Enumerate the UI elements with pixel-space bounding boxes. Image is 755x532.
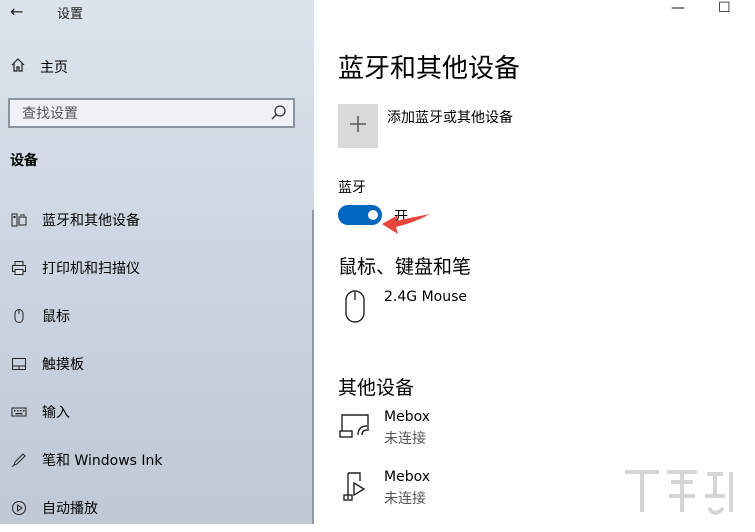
sidebar: ← 设置 主页 设备 蓝牙和其他设备 打印机和扫描仪 — [0, 0, 314, 524]
sidebar-nav-list: 蓝牙和其他设备 打印机和扫描仪 鼠标 触摸板 输入 笔和 Windows Ink… — [0, 196, 312, 532]
section-header-devices: 设备 — [10, 153, 38, 169]
annotation-arrow — [382, 214, 430, 234]
sidebar-item-typing[interactable]: 输入 — [0, 388, 312, 436]
sidebar-item-mouse[interactable]: 鼠标 — [0, 292, 312, 340]
section-other-devices: 其他设备 — [338, 377, 415, 399]
device-name: Mebox — [384, 409, 430, 425]
device-item-mouse[interactable]: 2.4G Mouse — [338, 289, 467, 329]
sidebar-home-label: 主页 — [40, 60, 68, 76]
search-icon[interactable] — [269, 103, 289, 123]
sidebar-item-label: 蓝牙和其他设备 — [42, 213, 140, 229]
device-item-mebox-2[interactable]: Mebox 未连接 — [338, 469, 430, 509]
add-device-button[interactable] — [338, 104, 378, 148]
plus-icon — [348, 111, 368, 141]
back-button[interactable]: ← — [10, 2, 23, 21]
device-item-mebox-1[interactable]: Mebox 未连接 — [338, 409, 430, 449]
mouse-device-icon — [338, 289, 372, 329]
toggle-knob — [368, 210, 378, 220]
watermark-logo — [625, 470, 733, 515]
device-name: 2.4G Mouse — [384, 289, 467, 305]
maximize-button[interactable]: ☐ — [718, 0, 731, 16]
device-status: 未连接 — [384, 491, 426, 507]
sidebar-item-bluetooth[interactable]: 蓝牙和其他设备 — [0, 196, 312, 244]
sidebar-item-home[interactable]: 主页 — [10, 57, 68, 77]
minimize-button[interactable]: — — [671, 0, 685, 16]
device-name: Mebox — [384, 469, 430, 485]
sidebar-item-printers[interactable]: 打印机和扫描仪 — [0, 244, 312, 292]
section-mouse-keyboard-pen: 鼠标、键盘和笔 — [338, 256, 472, 278]
autoplay-icon — [10, 499, 28, 517]
sidebar-item-label: 打印机和扫描仪 — [42, 261, 140, 277]
sidebar-item-touchpad[interactable]: 触摸板 — [0, 340, 312, 388]
sidebar-item-label: 鼠标 — [42, 309, 70, 325]
sidebar-item-pen[interactable]: 笔和 Windows Ink — [0, 436, 312, 484]
page-title: 蓝牙和其他设备 — [338, 54, 521, 84]
keyboard-icon — [10, 403, 28, 421]
wireless-display-icon — [338, 409, 372, 449]
mouse-icon — [10, 307, 28, 325]
bluetooth-toggle[interactable] — [338, 205, 382, 225]
search-box — [8, 98, 295, 128]
sidebar-item-label: 自动播放 — [42, 501, 98, 517]
sidebar-item-label: 触摸板 — [42, 357, 84, 373]
add-device-label[interactable]: 添加蓝牙或其他设备 — [387, 107, 513, 127]
touchpad-icon — [10, 355, 28, 373]
device-status: 未连接 — [384, 431, 426, 447]
bluetooth-label: 蓝牙 — [338, 180, 366, 196]
sidebar-item-label: 笔和 Windows Ink — [42, 453, 163, 469]
search-input[interactable] — [10, 100, 264, 128]
pen-icon — [10, 451, 28, 469]
home-icon — [10, 57, 26, 77]
sidebar-item-autoplay[interactable]: 自动播放 — [0, 484, 312, 532]
sidebar-item-label: 输入 — [42, 405, 70, 421]
sidebar-scrollbar[interactable] — [312, 210, 314, 524]
app-title: 设置 — [57, 7, 84, 22]
media-device-icon — [338, 469, 372, 509]
printer-icon — [10, 259, 28, 277]
bluetooth-devices-icon — [10, 211, 28, 229]
